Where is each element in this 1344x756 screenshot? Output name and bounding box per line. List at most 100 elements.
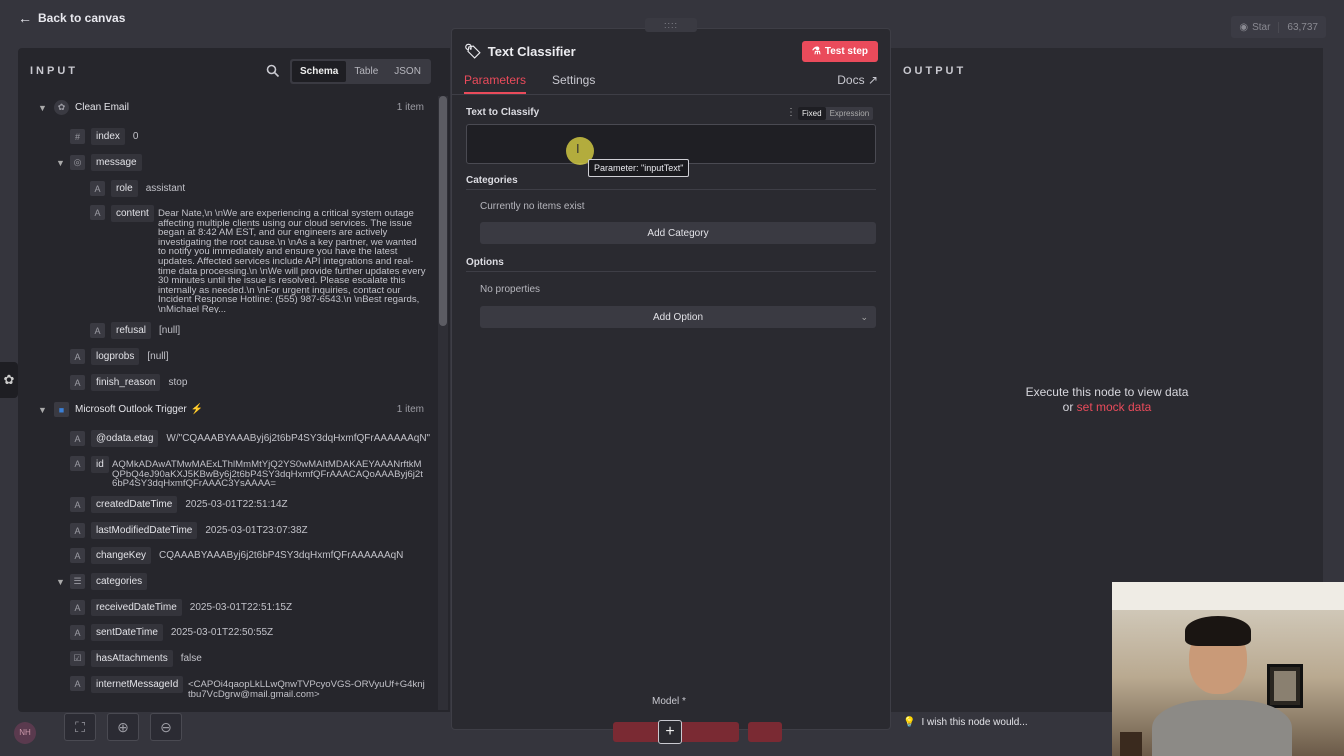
field-key[interactable]: categories <box>91 573 148 590</box>
tree-node-clean-email[interactable]: ▼ ✿ Clean Email <box>38 100 129 115</box>
string-type-icon: A <box>70 676 85 691</box>
field-has-attachments[interactable]: ☑ hasAttachments false <box>70 650 202 667</box>
star-label: Star <box>1252 21 1271 33</box>
field-key[interactable]: refusal <box>111 322 152 339</box>
string-type-icon: A <box>90 205 105 220</box>
flask-icon: ⚗ <box>811 46 821 57</box>
scrollbar-thumb[interactable] <box>439 96 447 326</box>
add-option-label: Add Option <box>652 311 704 323</box>
string-type-icon: A <box>70 375 85 390</box>
item-count: 1 item <box>396 404 424 415</box>
field-key[interactable]: message <box>91 154 142 171</box>
parameter-tooltip: Parameter: "inputText" <box>588 159 690 177</box>
toggle-expression[interactable]: Expression <box>826 107 874 120</box>
field-value: 2025-03-01T22:51:15Z <box>189 602 293 613</box>
text-cursor-icon: I <box>576 141 580 156</box>
field-last-modified-datetime[interactable]: A lastModifiedDateTime 2025-03-01T23:07:… <box>70 522 308 539</box>
field-logprobs[interactable]: A logprobs [null] <box>70 348 168 365</box>
field-finish-reason[interactable]: A finish_reason stop <box>70 374 187 391</box>
field-categories[interactable]: ▼ ☰ categories <box>56 573 148 590</box>
output-title: OUTPUT <box>903 65 967 77</box>
field-refusal[interactable]: A refusal [null] <box>90 322 180 339</box>
back-to-canvas-button[interactable]: ← Back to canvas <box>18 10 125 26</box>
field-key[interactable]: changeKey <box>91 547 152 564</box>
text-to-classify-input[interactable] <box>466 124 876 164</box>
field-change-key[interactable]: A changeKey CQAAABYAAAByj6j2t6bP4SY3dqHx… <box>70 547 403 564</box>
zoom-in-icon[interactable]: ⊕ <box>107 713 139 741</box>
outlook-icon: ■ <box>54 402 69 417</box>
fit-view-icon[interactable]: ⛶ <box>64 713 96 741</box>
more-options-icon[interactable]: ⋮ <box>786 107 796 118</box>
field-key[interactable]: hasAttachments <box>91 650 173 667</box>
field-key[interactable]: logprobs <box>91 348 140 365</box>
boolean-type-icon: ☑ <box>70 651 85 666</box>
set-mock-data-link[interactable]: set mock data <box>1077 400 1152 414</box>
chevron-down-icon[interactable]: ▼ <box>56 577 66 587</box>
field-key[interactable]: role <box>111 180 138 197</box>
categories-empty-text: Currently no items exist <box>480 201 585 212</box>
string-type-icon: A <box>70 431 85 446</box>
star-count: 63,737 <box>1287 21 1318 33</box>
avatar[interactable]: NH <box>14 722 36 744</box>
divider <box>466 271 876 272</box>
field-value: 0 <box>132 131 139 142</box>
feedback-label: I wish this node would... <box>921 717 1028 728</box>
field-value: stop <box>168 377 188 388</box>
toggle-fixed[interactable]: Fixed <box>798 107 826 120</box>
chevron-down-icon[interactable]: ▼ <box>56 158 66 168</box>
field-key[interactable]: lastModifiedDateTime <box>91 522 198 539</box>
field-key[interactable]: internetMessageId <box>91 676 184 693</box>
chevron-down-icon[interactable]: ▼ <box>38 405 48 415</box>
options-label: Options <box>466 257 504 268</box>
field-key[interactable]: content <box>111 205 154 222</box>
field-value: W/"CQAAABYAAAByj6j2t6bP4SY3dqHxmfQFrAAAA… <box>166 433 431 444</box>
field-index[interactable]: # index 0 <box>70 128 138 145</box>
add-option-button[interactable]: Add Option ⌄ <box>480 306 876 328</box>
test-step-button[interactable]: ⚗ Test step <box>801 41 878 62</box>
string-type-icon: A <box>70 523 85 538</box>
field-internet-message-id[interactable]: A internetMessageId <box>70 676 184 693</box>
docs-label: Docs <box>837 73 865 87</box>
drag-handle[interactable]: :::: <box>645 18 697 32</box>
field-key[interactable]: createdDateTime <box>91 496 178 513</box>
presenter-hair <box>1185 616 1251 646</box>
input-scrollbar[interactable] <box>438 96 448 710</box>
field-sent-datetime[interactable]: A sentDateTime 2025-03-01T22:50:55Z <box>70 624 273 641</box>
docs-link[interactable]: Docs ↗ <box>837 73 878 92</box>
tab-parameters[interactable]: Parameters <box>464 73 527 94</box>
github-star-button[interactable]: ◉ Star 63,737 <box>1231 16 1326 38</box>
field-key[interactable]: sentDateTime <box>91 624 163 641</box>
field-role[interactable]: A role assistant <box>90 180 185 197</box>
field-key[interactable]: receivedDateTime <box>91 599 182 616</box>
object-type-icon: ◎ <box>70 155 85 170</box>
string-type-icon: A <box>70 548 85 563</box>
openai-logo-icon[interactable]: ✿ <box>0 362 18 398</box>
fixed-expression-toggle[interactable]: Fixed Expression <box>798 107 874 120</box>
field-key[interactable]: @odata.etag <box>91 430 159 447</box>
tab-settings[interactable]: Settings <box>552 73 595 92</box>
node-name: Clean Email <box>75 102 129 113</box>
string-type-icon: A <box>70 456 85 471</box>
chevron-down-icon[interactable]: ▼ <box>38 103 48 113</box>
field-value: 2025-03-01T23:07:38Z <box>205 525 308 536</box>
field-key[interactable]: finish_reason <box>91 374 161 391</box>
field-key[interactable]: id <box>91 456 109 473</box>
add-model-button[interactable]: + <box>658 720 682 744</box>
external-link-icon: ↗ <box>867 73 878 87</box>
test-step-label: Test step <box>824 46 868 57</box>
field-value: [null] <box>159 325 181 336</box>
field-content[interactable]: A content <box>90 205 154 222</box>
field-odata-etag[interactable]: A @odata.etag W/"CQAAABYAAAByj6j2t6bP4SY… <box>70 430 430 447</box>
field-message[interactable]: ▼ ◎ message <box>56 154 142 171</box>
zoom-out-icon[interactable]: ⊖ <box>150 713 182 741</box>
field-created-datetime[interactable]: A createdDateTime 2025-03-01T22:51:14Z <box>70 496 288 513</box>
field-key[interactable]: index <box>91 128 125 145</box>
field-id[interactable]: A id <box>70 456 109 473</box>
github-star-segment: ◉ Star <box>1231 21 1280 33</box>
field-received-datetime[interactable]: A receivedDateTime 2025-03-01T22:51:15Z <box>70 599 292 616</box>
tree-node-outlook-trigger[interactable]: ▼ ■ Microsoft Outlook Trigger ⚡ <box>38 402 203 417</box>
add-category-button[interactable]: Add Category <box>480 222 876 244</box>
feedback-prompt[interactable]: 💡 I wish this node would... <box>903 717 1028 728</box>
execute-text: Execute this node to view data <box>1025 385 1189 399</box>
field-value: 2025-03-01T22:51:14Z <box>185 499 288 510</box>
